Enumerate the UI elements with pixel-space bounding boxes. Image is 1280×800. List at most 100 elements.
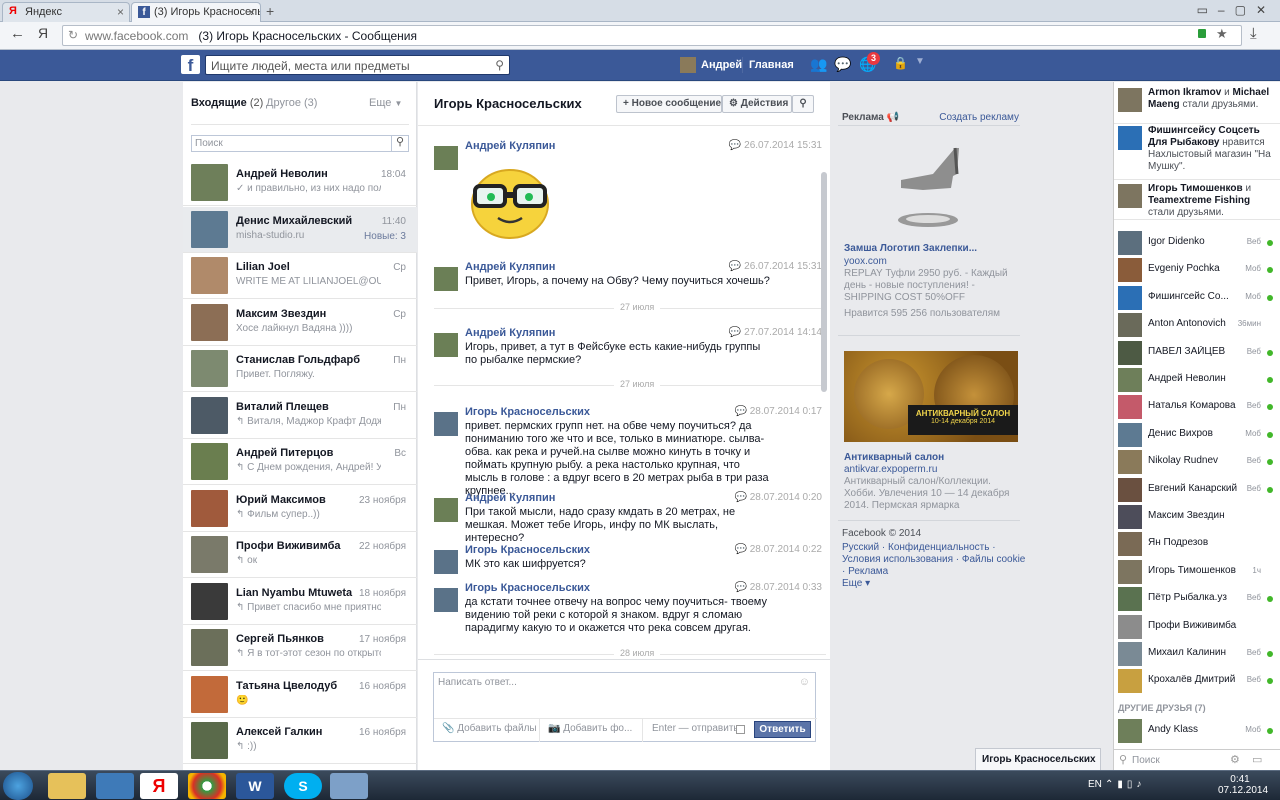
ticker-item[interactable]: Armon Ikramov и Michael Maeng стали друз… [1114, 86, 1280, 124]
chevron-down-icon[interactable]: ▼ [915, 56, 925, 67]
friend-item[interactable]: Пётр Рыбалка.уз Веб [1114, 585, 1280, 612]
browser-tab-yandex[interactable]: Я Яндекс × [2, 2, 130, 22]
sidebar-toggle-icon[interactable]: ▭ [1252, 753, 1262, 766]
message-author[interactable]: Андрей Куляпин [465, 140, 555, 152]
friend-item[interactable]: Евгений Канарский Веб [1114, 476, 1280, 503]
thread-item[interactable]: Максим Звездин Хосе лайкнул Вадяна )))) Ср [183, 300, 417, 346]
start-button[interactable] [3, 772, 33, 800]
thread-item[interactable]: Lilian Joel WRITE ME AT LILIANJOEL@OU... С… [183, 253, 417, 299]
message-author[interactable]: Игорь Красносельских [465, 582, 590, 594]
avatar[interactable] [434, 498, 458, 522]
close-icon[interactable]: × [117, 5, 124, 19]
skype-icon[interactable]: S [284, 773, 322, 799]
friend-item[interactable]: Игорь Тимошенков 1ч [1114, 558, 1280, 585]
friend-item[interactable]: Денис Вихров Моб [1114, 421, 1280, 448]
avatar[interactable] [434, 333, 458, 357]
add-files-button[interactable]: 📎 Добавить файлы [442, 723, 537, 734]
thread-item[interactable]: Виталий Плещев ↰ Виталя, Маджор Крафт Дод… [183, 393, 417, 439]
friend-item[interactable]: Максим Звездин [1114, 503, 1280, 530]
avatar[interactable] [434, 412, 458, 436]
friend-item[interactable]: Anton Antonovich 36мин [1114, 311, 1280, 338]
chrome-icon[interactable] [188, 773, 226, 799]
thread-item[interactable]: Lian Nyambu Mtuweta ↰ Привет спасибо мне … [183, 579, 417, 625]
footer-link[interactable]: Конфиденциальность [888, 542, 989, 553]
ad1-title[interactable]: Замша Логотип Заклепки... [844, 243, 977, 254]
friend-item[interactable]: Андрей Неволин [1114, 366, 1280, 393]
facebook-logo[interactable]: f [181, 55, 200, 74]
window-controls[interactable]: ▭–▢✕ [1180, 3, 1276, 19]
thread-item[interactable]: Профи Виживимба ↰ ок 22 ноября [183, 532, 417, 578]
friend-item[interactable]: Evgeniy Pochka Моб [1114, 256, 1280, 283]
friend-item[interactable]: Крохалёв Дмитрий Веб [1114, 667, 1280, 694]
back-icon[interactable]: ← [10, 25, 25, 42]
profile-link[interactable]: Андрей [701, 59, 742, 71]
messages-icon[interactable]: 💬 [834, 56, 851, 73]
yandex-icon[interactable]: Я [38, 25, 48, 41]
thread-item[interactable]: Станислав Гольдфарб Привет. Погляжу. Пн [183, 346, 417, 392]
search-icon[interactable]: ⚲ [391, 135, 408, 152]
new-message-button[interactable]: + Новое сообщение [616, 95, 722, 113]
footer-link[interactable]: Еще [842, 578, 862, 589]
avatar[interactable] [434, 146, 458, 170]
more-dropdown[interactable]: Еще ▼ [369, 97, 402, 109]
tab-inbox[interactable]: Входящие (2) [191, 97, 263, 109]
friend-item[interactable]: Ян Подрезов [1114, 530, 1280, 557]
thread-item[interactable]: Юрий Максимов ↰ Фильм супер..)) 23 ноября [183, 486, 417, 532]
clock[interactable]: 0:41 07.12.2014 [1218, 774, 1268, 796]
gear-icon[interactable]: ⚙ [1230, 753, 1240, 766]
message-author[interactable]: Игорь Красносельских [465, 544, 590, 556]
star-icon[interactable]: ★ [1216, 26, 1228, 42]
message-author[interactable]: Андрей Куляпин [465, 261, 555, 273]
friend-item[interactable]: Nikolay Rudnev Веб [1114, 448, 1280, 475]
yandex-browser-icon[interactable]: Я [140, 773, 178, 799]
thread-item[interactable]: Андрей Неволин ✓ и правильно, из них надо… [183, 160, 417, 206]
new-tab-button[interactable]: + [266, 3, 274, 19]
ad1-domain[interactable]: yoox.com [844, 256, 887, 267]
thread-item[interactable]: Алексей Галкин ↰ :)) 16 ноября [183, 718, 417, 764]
create-ad-link[interactable]: Создать рекламу [939, 112, 1019, 123]
friend-item[interactable]: Профи Виживимба [1114, 613, 1280, 640]
thread-item[interactable]: Андрей Питерцов ↰ С Днем рождения, Андрей… [183, 439, 417, 485]
ad-shoe-image[interactable] [893, 140, 968, 240]
enter-send-checkbox[interactable] [736, 725, 745, 734]
search-icon[interactable]: ⚲ [495, 58, 504, 72]
avatar[interactable] [680, 57, 696, 73]
tray-icons[interactable]: ⌃▮▯♪ [1105, 779, 1145, 790]
thread-item[interactable]: Татьяна Цвелодуб 🙂 16 ноября [183, 672, 417, 718]
conversation-search-button[interactable]: ⚲ [792, 95, 814, 113]
ad-coins-image[interactable]: АНТИКВАРНЫЙ САЛОН 10-14 декабря 2014 [844, 351, 1018, 442]
thread-item[interactable]: Денис Михайлевский misha-studio.ru 11:40 Но… [183, 206, 417, 253]
scrollbar[interactable] [821, 172, 827, 392]
download-icon[interactable]: ⤓ [1250, 25, 1257, 42]
friend-item[interactable]: Igor Didenko Веб [1114, 229, 1280, 256]
footer-link[interactable]: Реклама [848, 566, 888, 577]
ticker-item[interactable]: Фишингсейсу Соцсеть Для Рыбакову нравитс… [1114, 124, 1280, 180]
word-icon[interactable]: W [236, 773, 274, 799]
explorer-icon[interactable] [48, 773, 86, 799]
footer-link[interactable]: Файлы cookie [962, 554, 1025, 565]
address-bar[interactable]: ↻ www.facebook.com (3) Игорь Красносельс… [62, 25, 1242, 46]
avatar[interactable] [434, 550, 458, 574]
friend-item[interactable]: ПАВЕЛ ЗАЙЦЕВ Веб [1114, 339, 1280, 366]
friend-item[interactable]: Наталья Комарова Веб [1114, 393, 1280, 420]
footer-link[interactable]: Условия использования [842, 554, 953, 565]
close-icon[interactable]: × [248, 5, 255, 19]
paint-icon[interactable] [330, 773, 368, 799]
thread-item[interactable]: Сергей Пьянков ↰ Я в тот-этот сезон по от… [183, 625, 417, 671]
facebook-search-input[interactable]: Ищите людей, места или предметы ⚲ [205, 55, 510, 75]
add-photo-button[interactable]: 📷 Добавить фо... [548, 723, 632, 734]
message-author[interactable]: Андрей Куляпин [465, 492, 555, 504]
media-player-icon[interactable] [96, 773, 134, 799]
tab-other[interactable]: Другое (3) [266, 97, 317, 109]
avatar[interactable] [434, 267, 458, 291]
reply-button[interactable]: Ответить [754, 721, 811, 738]
ticker-item[interactable]: Игорь Тимошенков и Teamextreme Fishing с… [1114, 182, 1280, 220]
message-author[interactable]: Андрей Куляпин [465, 327, 555, 339]
footer-link[interactable]: Русский [842, 542, 879, 553]
chat-tab[interactable]: Игорь Красносельских [975, 748, 1101, 770]
browser-tab-facebook[interactable]: f (3) Игорь Красносельских × [131, 2, 261, 22]
message-author[interactable]: Игорь Красносельских [465, 406, 590, 418]
avatar[interactable] [434, 588, 458, 612]
reply-input[interactable]: Написать ответ... [438, 677, 788, 693]
friend-item[interactable]: Фишингсейс Со... Моб [1114, 284, 1280, 311]
